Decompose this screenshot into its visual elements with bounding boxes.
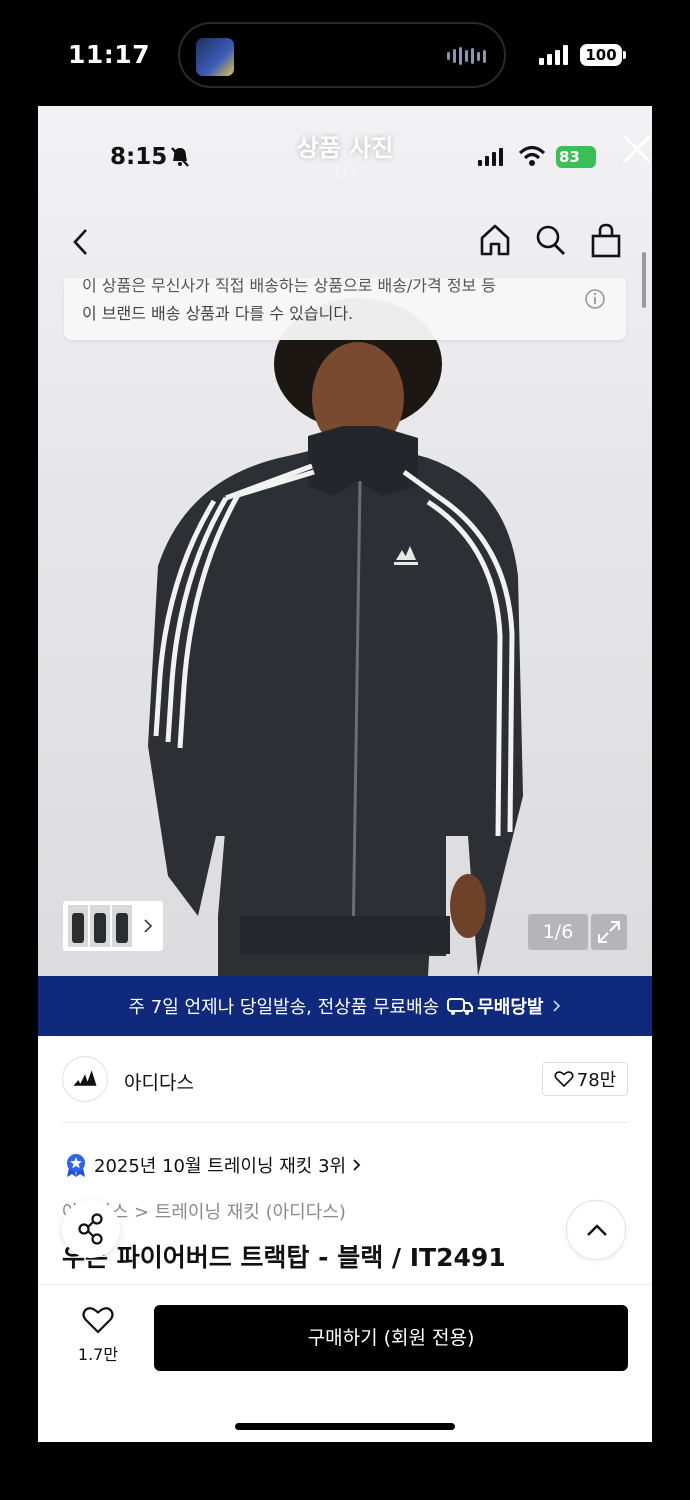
chevron-right-icon[interactable] [142, 918, 154, 934]
search-icon[interactable] [534, 222, 568, 258]
thumbnail[interactable] [112, 905, 132, 947]
scroll-to-top-button[interactable] [566, 1200, 626, 1260]
thumbnail[interactable] [68, 905, 88, 947]
wishlist-button[interactable]: 1.7만 [74, 1305, 122, 1365]
brand-like-count: 78만 [576, 1070, 617, 1091]
chevron-right-icon [353, 1159, 361, 1171]
banner-badge: 무배당발 [447, 993, 544, 1019]
battery-icon: 100 [580, 44, 622, 66]
now-playing-artwork [196, 38, 234, 76]
back-chevron-icon[interactable] [66, 224, 96, 260]
brand-name[interactable]: 아디다스 [124, 1068, 194, 1095]
heart-icon [82, 1307, 114, 1334]
delivery-notice: 이 상품은 무신사가 직접 배송하는 상품으로 배송/가격 정보 등 이 브랜드… [64, 278, 626, 340]
banner-badge-label: 무배당발 [477, 997, 544, 1018]
info-icon[interactable] [584, 288, 606, 310]
brand-like-button[interactable]: 78만 [542, 1062, 628, 1096]
divider [62, 1122, 628, 1123]
adidas-logo-icon[interactable] [62, 1056, 108, 1102]
dynamic-island[interactable] [178, 22, 506, 88]
cellular-signal-icon [539, 45, 568, 65]
audio-wave-icon [447, 46, 486, 66]
notice-line-1: 이 상품은 무신사가 직접 배송하는 상품으로 배송/가격 정보 등 [82, 278, 497, 295]
chevron-right-icon [552, 1000, 560, 1012]
rank-badge-icon [67, 1154, 85, 1177]
brand-row[interactable]: 아디다스 78만 [62, 1056, 628, 1102]
product-photo-viewer: 8:15 상품 사진 1/1 83 이 상품은 무신사가 직접 배송하는 상품으… [38, 106, 652, 1442]
share-button[interactable] [62, 1200, 120, 1258]
photo-page-indicator: 1/6 [528, 914, 588, 950]
product-title: 우븐 파이어버드 트랙탑 - 블랙 / IT2491 [62, 1243, 506, 1272]
share-icon [78, 1213, 103, 1245]
inner-signal-icon [478, 148, 503, 166]
model-wearing-jacket-image [148, 298, 523, 976]
product-photo[interactable]: 8:15 상품 사진 1/1 83 이 상품은 무신사가 직접 배송하는 상품으… [38, 106, 652, 976]
buy-button[interactable]: 구매하기 (회원 전용) [154, 1305, 628, 1371]
home-icon[interactable] [478, 222, 512, 258]
inner-battery-icon: 83 [556, 146, 596, 168]
purchase-bar: 1.7만 구매하기 (회원 전용) [38, 1284, 652, 1442]
delivery-truck-icon [447, 998, 474, 1015]
close-icon[interactable] [622, 134, 652, 164]
thumbnail-strip[interactable] [62, 900, 164, 952]
wishlist-count: 1.7만 [77, 1345, 119, 1364]
ranking-text: 2025년 10월 트레이닝 재킷 3위 [94, 1156, 347, 1177]
wifi-icon [518, 145, 546, 166]
battery-tip [623, 51, 626, 59]
ranking-link[interactable]: 2025년 10월 트레이닝 재킷 3위 [64, 1150, 362, 1180]
chevron-up-icon [587, 1224, 607, 1236]
outer-status-bar: 11:17 100 [0, 0, 690, 106]
thumbnail[interactable] [90, 905, 110, 947]
heart-icon [554, 1071, 574, 1087]
expand-icon[interactable] [591, 914, 627, 950]
free-shipping-banner[interactable]: 주 7일 언제나 당일발송, 전상품 무료배송 무배당발 [38, 976, 652, 1036]
banner-text: 주 7일 언제나 당일발송, 전상품 무료배송 [128, 997, 440, 1018]
notice-line-2: 이 브랜드 배송 상품과 다를 수 있습니다. [82, 304, 354, 323]
shopping-bag-icon[interactable] [589, 222, 623, 260]
outer-clock: 11:17 [68, 40, 151, 69]
home-indicator [235, 1423, 455, 1430]
scroll-indicator [642, 252, 646, 308]
